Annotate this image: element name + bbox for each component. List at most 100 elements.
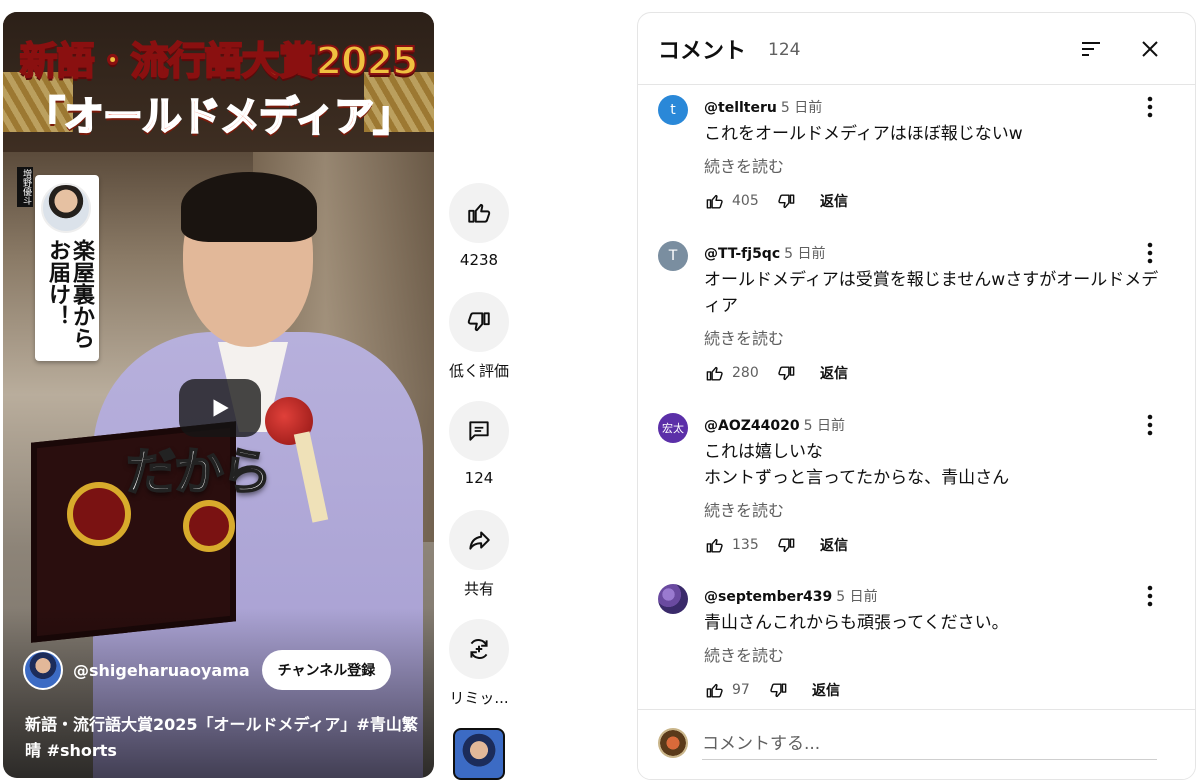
comment-menu-button[interactable] [1138,91,1162,123]
share-button[interactable] [449,510,509,570]
remix-action: リミッ... [440,619,518,708]
comment-avatar[interactable]: T [658,241,688,271]
remix-button[interactable] [449,619,509,679]
comment-actions: 280 返信 [698,357,848,389]
comment-text: オールドメディアは受賞を報じませんwさすがオールドメディア [704,267,1159,319]
comment-dislike-button[interactable] [770,529,802,561]
comment-header: @tellteru 5 日前 [704,97,822,117]
comment-avatar[interactable]: t [658,95,688,125]
play-button[interactable] [179,379,261,437]
comment-reply-button[interactable]: 返信 [820,191,848,211]
comment-line: オールドメディアは受賞を報じませんwさすがオールドメディア [704,270,1159,316]
comment-reply-button[interactable]: 返信 [820,363,848,383]
comment-avatar[interactable] [658,584,688,614]
comment-like-count: 405 [732,193,759,209]
comment-like-button[interactable] [698,674,730,706]
comment-count: 124 [464,469,494,487]
comment-like-count: 280 [732,365,759,381]
comment-composer [638,709,1195,779]
thumbs-up-icon [706,683,723,698]
more-vertical-icon [1147,585,1153,607]
comment-avatar[interactable]: 宏太 [658,413,688,443]
comment-header: @TT-fj5qc 5 日前 [704,243,825,263]
overlay-title-line2: 「オールドメディア」 [24,93,414,141]
comment-header: @september439 5 日前 [704,586,878,606]
comment-reply-button[interactable]: 返信 [812,680,840,700]
comment-reply-button[interactable]: 返信 [820,535,848,555]
more-vertical-icon [1147,414,1153,436]
sort-button[interactable] [1071,29,1111,69]
comment-line: これをオールドメディアはほぼ報じないw [704,124,1023,144]
share-label: 共有 [463,580,494,598]
comments-count: 124 [768,40,801,60]
thumbs-up-icon [706,366,723,381]
comment-dislike-button[interactable] [762,674,794,706]
comments-button[interactable] [449,401,509,461]
read-more-link[interactable]: 続きを読む [704,642,784,666]
comment-author[interactable]: @tellteru [704,100,777,116]
like-action: 4238 [440,183,518,269]
thumbs-down-icon [777,537,794,552]
comment-time[interactable]: 5 日前 [781,100,822,116]
shorts-video-player[interactable]: 新語・流行語大賞2025 「オールドメディア」 増野優斗 楽屋裏からお届け！ だ… [3,12,434,778]
presenter-tag: 増野優斗 [17,167,33,207]
like-button[interactable] [449,183,509,243]
presenter-card: 楽屋裏からお届け！ [35,175,99,361]
comment-dislike-button[interactable] [770,357,802,389]
overlay-title-line1: 新語・流行語大賞2025 [19,38,420,84]
share-action: 共有 [440,510,518,599]
comment-action: 124 [440,401,518,487]
comment-author[interactable]: @AOZ44020 [704,418,800,434]
channel-row: @shigeharuaoyama チャンネル登録 [23,650,392,690]
comment-text: 青山さんこれからも頑張ってください。 [704,610,1159,636]
comment-author[interactable]: @TT-fj5qc [704,246,780,262]
comments-panel: コメント 124 t @tellteru 5 日前 これをオールドメディアはほぼ報… [637,12,1196,780]
subscribe-button[interactable]: チャンネル登録 [261,650,392,690]
comment-text: これをオールドメディアはほぼ報じないw [704,121,1159,147]
share-icon [469,531,490,550]
read-more-link[interactable]: 続きを読む [704,497,784,521]
comment-menu-button[interactable] [1138,409,1162,441]
comment-input[interactable] [702,728,1157,760]
comment-line: ホントずっと言ってたからな、青山さん [704,468,1010,488]
comment-time[interactable]: 5 日前 [784,246,825,262]
remix-icon [470,639,488,659]
presenter-avatar [41,183,91,233]
thumbs-down-icon [467,312,490,332]
channel-name[interactable]: @shigeharuaoyama [73,661,250,680]
comment-time[interactable]: 5 日前 [836,589,877,605]
comment-icon [469,421,489,441]
dislike-action: 低く評価 [440,292,518,381]
like-count: 4238 [459,251,499,269]
read-more-link[interactable]: 続きを読む [704,153,784,177]
thumbs-down-icon [769,682,786,697]
channel-avatar[interactable] [23,650,63,690]
comments-header: コメント 124 [638,13,1195,85]
comment-like-button[interactable] [698,185,730,217]
award-clock-face [183,500,235,552]
dislike-label: 低く評価 [448,362,509,380]
presenter-card-text: 楽屋裏からお届け！ [45,239,94,349]
read-more-link[interactable]: 続きを読む [704,325,784,349]
play-icon [213,399,229,417]
comment-line: 青山さんこれからも頑張ってください。 [704,613,1009,633]
more-vertical-icon [1147,242,1153,264]
user-avatar [658,728,688,758]
comment-like-button[interactable] [698,357,730,389]
comment-dislike-button[interactable] [770,185,802,217]
comment-author[interactable]: @september439 [704,589,832,605]
comment-menu-button[interactable] [1138,237,1162,269]
close-icon [1142,41,1158,57]
comment-time[interactable]: 5 日前 [804,418,845,434]
comment-line: これは嬉しいな [704,442,823,462]
channel-thumbnail-button[interactable] [453,728,505,780]
video-title[interactable]: 新語・流行語大賞2025「オールドメディア」#青山繁晴 #shorts [25,712,425,764]
comment-menu-button[interactable] [1138,580,1162,612]
dislike-button[interactable] [449,292,509,352]
comments-title: コメント [658,39,747,64]
thumbs-down-icon [777,193,794,208]
remix-label: リミッ... [449,689,509,707]
comment-like-button[interactable] [698,529,730,561]
close-button[interactable] [1130,29,1170,69]
sort-icon [1082,42,1100,56]
